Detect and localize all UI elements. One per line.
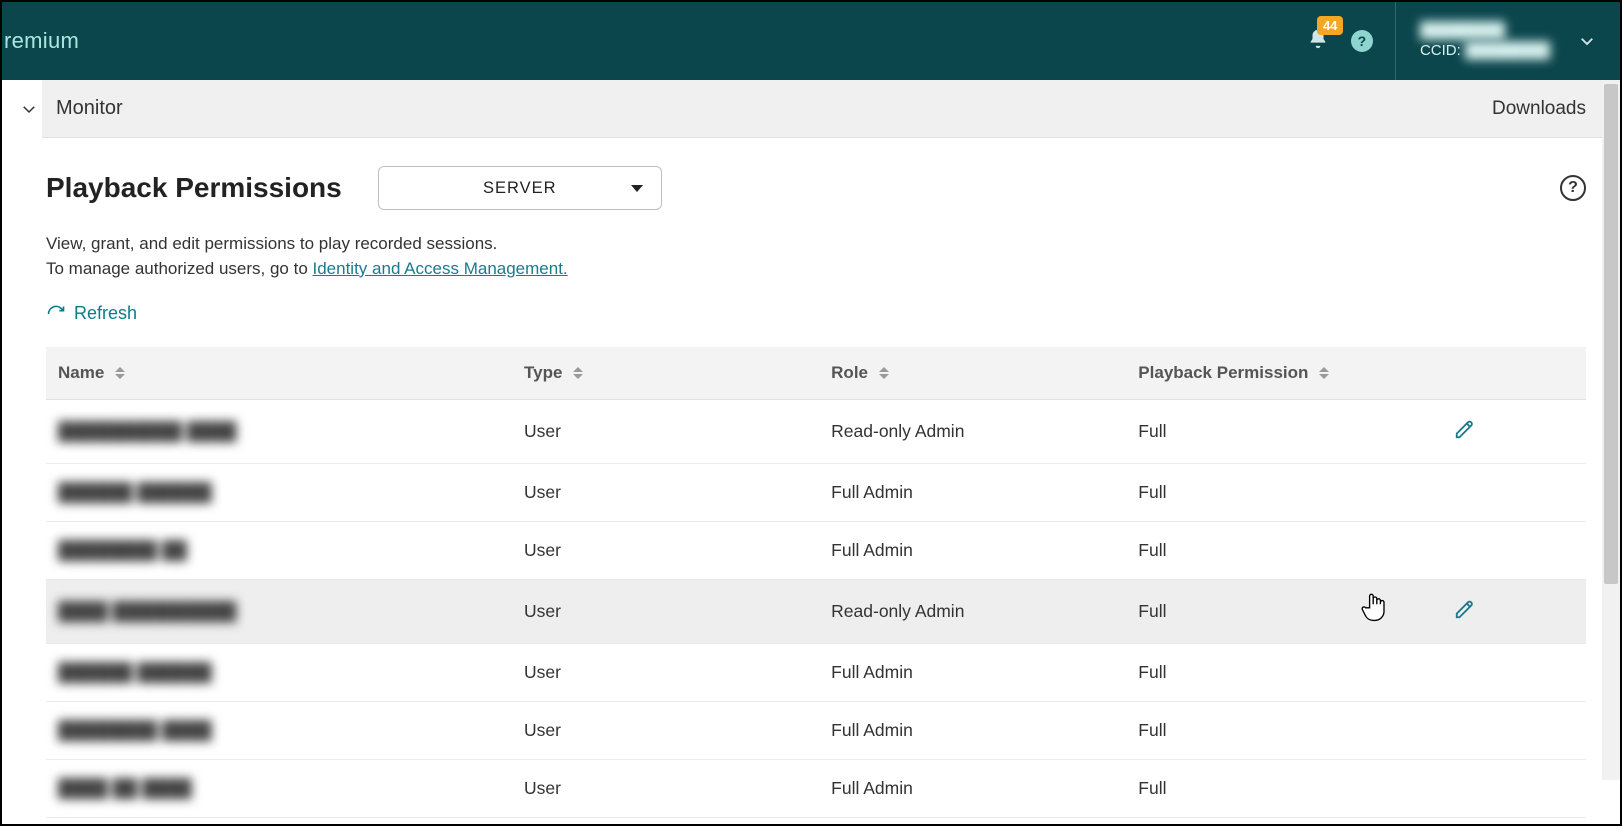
user-name: ██████ ██████	[58, 662, 212, 683]
profile-text: ████████ CCID: ████████	[1420, 21, 1550, 62]
user-name: ████████ ████	[58, 720, 212, 741]
column-header-type[interactable]: Type	[512, 347, 819, 400]
cell-action	[1433, 579, 1586, 643]
cell-name: ██████ ██████	[46, 463, 512, 521]
cell-type: User	[512, 759, 819, 817]
cell-type: User	[512, 463, 819, 521]
cell-type: User	[512, 521, 819, 579]
ccid-value: ████████	[1465, 41, 1550, 61]
cell-role: Full Admin	[819, 521, 1126, 579]
title-row: Playback Permissions SERVER ?	[46, 166, 1586, 210]
product-name-fragment: remium	[2, 28, 79, 54]
cell-permission: Full	[1126, 463, 1433, 521]
cell-role: Full Admin	[819, 463, 1126, 521]
sort-icon	[879, 367, 889, 379]
sort-icon	[115, 367, 125, 379]
cell-permission: Full	[1126, 521, 1433, 579]
column-header-name[interactable]: Name	[46, 347, 512, 400]
cell-role: Full Admin	[819, 643, 1126, 701]
cell-action	[1433, 701, 1586, 759]
top-bar: remium 44 ? ████████ CCID: ████████	[2, 2, 1620, 80]
cell-type: User	[512, 701, 819, 759]
caret-down-icon	[631, 185, 643, 192]
cell-name: ████████ ██	[46, 521, 512, 579]
cell-name: ████████ ████	[46, 701, 512, 759]
cell-permission: Full	[1126, 701, 1433, 759]
scrollbar[interactable]	[1602, 80, 1620, 780]
section-bar: Monitor Downloads	[42, 80, 1620, 138]
table-row[interactable]: ████ ██████████ UserRead-only AdminFull	[46, 579, 1586, 643]
cell-action	[1433, 521, 1586, 579]
sort-icon	[1319, 367, 1329, 379]
table-row[interactable]: ████████ ████ UserFull AdminFull	[46, 701, 1586, 759]
column-header-action	[1433, 347, 1586, 400]
help-button[interactable]: ?	[1351, 30, 1373, 52]
cell-permission: Full	[1126, 643, 1433, 701]
chevron-down-icon[interactable]	[20, 100, 38, 118]
section-title: Monitor	[56, 97, 123, 120]
cell-type: User	[512, 579, 819, 643]
cell-role: Read-only Admin	[819, 579, 1126, 643]
ccid-label: CCID:	[1420, 42, 1461, 59]
cell-role: Read-only Admin	[819, 399, 1126, 463]
scrollbar-thumb[interactable]	[1604, 84, 1618, 584]
description: View, grant, and edit permissions to pla…	[46, 232, 1586, 281]
table-row[interactable]: ██████ ██████ UserFull AdminFull	[46, 643, 1586, 701]
server-select-label: SERVER	[483, 179, 557, 198]
profile-menu[interactable]: ████████ CCID: ████████	[1395, 2, 1596, 80]
user-name: ██████████ ████	[58, 421, 236, 442]
table-row[interactable]: ██████ ██████ UserFull AdminFull	[46, 463, 1586, 521]
refresh-label: Refresh	[74, 303, 137, 324]
refresh-button[interactable]: Refresh	[46, 303, 137, 324]
cell-permission: Full	[1126, 399, 1433, 463]
sort-icon	[573, 367, 583, 379]
table-row[interactable]: ████ ██ ████ UserFull AdminFull	[46, 759, 1586, 817]
cell-name: ████ ██ ████	[46, 759, 512, 817]
downloads-link[interactable]: Downloads	[1492, 98, 1586, 120]
notifications-badge: 44	[1317, 16, 1343, 35]
edit-icon[interactable]	[1454, 418, 1476, 440]
refresh-icon	[46, 304, 66, 324]
table-row[interactable]: ████████ ██ UserFull AdminFull	[46, 521, 1586, 579]
cell-type: User	[512, 399, 819, 463]
description-line1: View, grant, and edit permissions to pla…	[46, 232, 1586, 257]
page-help-button[interactable]: ?	[1560, 175, 1586, 201]
identity-access-link[interactable]: Identity and Access Management.	[313, 259, 568, 278]
user-name: ██████ ██████	[58, 482, 212, 503]
cell-role: Full Admin	[819, 759, 1126, 817]
edit-icon[interactable]	[1454, 598, 1476, 620]
cell-action	[1433, 643, 1586, 701]
cell-action	[1433, 399, 1586, 463]
table-row[interactable]: ██████████ ████ UserRead-only AdminFull	[46, 399, 1586, 463]
cell-permission: Full	[1126, 759, 1433, 817]
content-area: Playback Permissions SERVER ? View, gran…	[2, 138, 1620, 818]
column-header-permission[interactable]: Playback Permission	[1126, 347, 1433, 400]
cell-action	[1433, 463, 1586, 521]
column-header-role[interactable]: Role	[819, 347, 1126, 400]
cell-action	[1433, 759, 1586, 817]
notifications-button[interactable]: 44	[1307, 28, 1329, 55]
profile-name: ████████	[1420, 21, 1505, 41]
description-line2-prefix: To manage authorized users, go to	[46, 259, 313, 278]
server-select[interactable]: SERVER	[378, 166, 662, 210]
cell-name: ██████████ ████	[46, 399, 512, 463]
user-name: ████████ ██	[58, 540, 187, 561]
user-name: ████ ██████████	[58, 601, 236, 622]
cell-name: ██████ ██████	[46, 643, 512, 701]
user-name: ████ ██ ████	[58, 778, 192, 799]
cell-type: User	[512, 643, 819, 701]
cell-name: ████ ██████████	[46, 579, 512, 643]
cell-role: Full Admin	[819, 701, 1126, 759]
chevron-down-icon	[1578, 32, 1596, 50]
cell-permission: Full	[1126, 579, 1433, 643]
permissions-table: Name Type Role Playback Permission ███	[46, 347, 1586, 818]
top-bar-right: 44 ? ████████ CCID: ████████	[1307, 2, 1596, 80]
page-title: Playback Permissions	[46, 172, 342, 204]
